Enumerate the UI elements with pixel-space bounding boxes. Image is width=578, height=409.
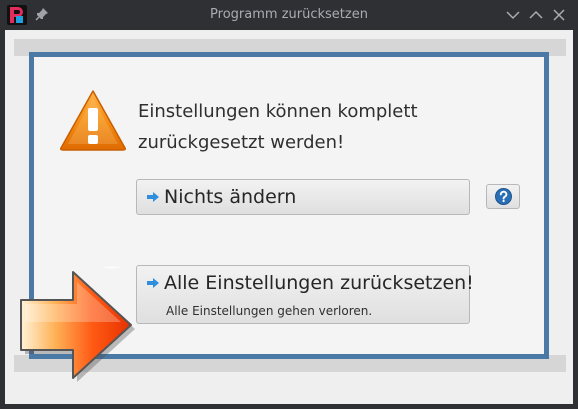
- help-icon: [495, 188, 512, 205]
- reset-all-label: Alle Einstellungen zurücksetzen!: [164, 272, 474, 294]
- warning-message: Einstellungen können komplett zurückgese…: [138, 96, 458, 158]
- window-title: Programm zurücksetzen: [210, 7, 368, 22]
- help-button[interactable]: [486, 184, 520, 209]
- nothing-change-button[interactable]: Nichts ändern: [136, 179, 470, 215]
- arrow-right-icon: [147, 278, 159, 288]
- decorative-shine: [102, 266, 122, 269]
- arrow-right-icon: [20, 271, 135, 382]
- title-bar[interactable]: Programm zurücksetzen: [0, 0, 578, 30]
- chevron-up-icon[interactable]: [528, 7, 544, 23]
- message-line-2: zurückgesetzt werden!: [138, 132, 345, 153]
- app-window: Programm zurücksetzen Einstellungen könn…: [0, 0, 578, 409]
- dialog-content: Einstellungen können komplett zurückgese…: [5, 30, 573, 404]
- nothing-change-label: Nichts ändern: [164, 186, 297, 208]
- reset-all-sublabel: Alle Einstellungen gehen verloren.: [166, 304, 373, 318]
- message-line-1: Einstellungen können komplett: [138, 101, 418, 122]
- reset-all-button[interactable]: Alle Einstellungen zurücksetzen! Alle Ei…: [136, 265, 474, 324]
- arrow-right-icon: [147, 192, 159, 202]
- chevron-down-icon[interactable]: [505, 7, 521, 23]
- close-icon[interactable]: [551, 7, 567, 23]
- warning-icon: [60, 90, 126, 151]
